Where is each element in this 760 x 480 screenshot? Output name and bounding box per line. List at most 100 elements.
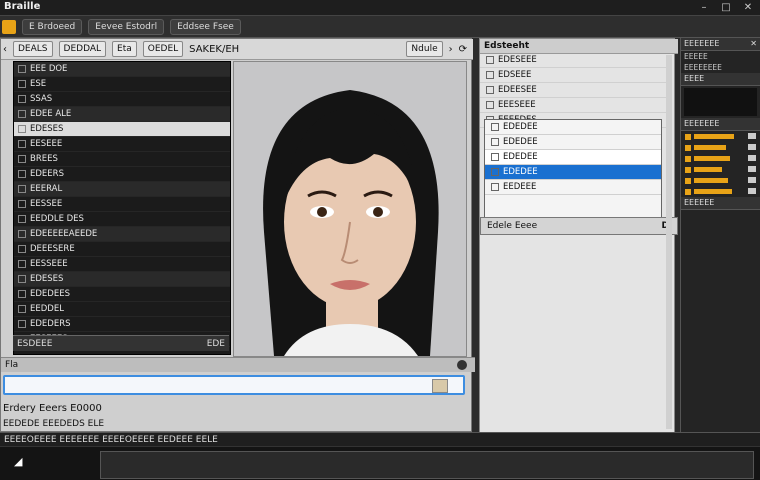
checkbox[interactable] [486, 71, 494, 79]
checkbox[interactable] [18, 95, 26, 103]
file-list-row-label: EESEEE [30, 139, 63, 149]
file-list-row[interactable]: BREES [14, 152, 230, 167]
layer-swatch [685, 133, 691, 140]
checkbox[interactable] [18, 230, 26, 238]
checkbox[interactable] [18, 305, 26, 313]
file-list-row[interactable]: EEE DOE [14, 62, 230, 77]
back-icon[interactable]: ‹ [3, 44, 7, 55]
status-bar: Fla [1, 357, 475, 372]
menu-item-3[interactable]: Eddsee Fsee [170, 18, 241, 35]
layers-header-2: EEEE [681, 73, 760, 86]
file-list-row[interactable]: EESSEE [14, 197, 230, 212]
file-list-row[interactable]: EDESES [14, 122, 230, 137]
checkbox[interactable] [18, 290, 26, 298]
dropdown-option-row[interactable]: EDEDEE [485, 150, 661, 165]
checkbox[interactable] [491, 138, 499, 146]
checkbox[interactable] [18, 110, 26, 118]
property-row[interactable]: EEESEEE [480, 98, 666, 113]
refresh-icon[interactable]: ⟳ [459, 44, 467, 55]
file-list-footer-tag[interactable]: EDE [207, 339, 225, 349]
checkbox[interactable] [18, 125, 26, 133]
toolbar-hint[interactable]: Ndule [406, 41, 443, 57]
window-title: Braille [4, 1, 41, 12]
file-list-row[interactable]: SSAS [14, 92, 230, 107]
file-list-row[interactable]: EDEDERS [14, 317, 230, 332]
toolbar-tab-2[interactable]: DEDDAL [58, 41, 107, 57]
menu-item-1[interactable]: E Brdoeed [22, 18, 83, 35]
file-list-row[interactable]: EDEE ALE [14, 107, 230, 122]
checkbox[interactable] [18, 260, 26, 268]
property-row[interactable]: EDEESEE [480, 83, 666, 98]
layer-visibility-icon[interactable] [748, 188, 756, 194]
checkbox[interactable] [18, 320, 26, 328]
file-list-row[interactable]: EEDDLE DES [14, 212, 230, 227]
checkbox[interactable] [18, 200, 26, 208]
layer-visibility-icon[interactable] [748, 166, 756, 172]
progress-bar[interactable] [3, 375, 465, 395]
checkbox[interactable] [491, 123, 499, 131]
menu-item-2[interactable]: Eevee Estodrl [88, 18, 165, 35]
dropdown-option-row[interactable]: EDEDEE [485, 135, 661, 150]
taskbar: ◢ [0, 446, 760, 480]
file-list-row[interactable]: EEERAL [14, 182, 230, 197]
toolbar-tab-4[interactable]: OEDEL [142, 41, 184, 57]
toolbar-tab-3[interactable]: Eta [112, 41, 137, 57]
file-list-row[interactable]: EEDDEL [14, 302, 230, 317]
forward-icon[interactable]: › [449, 44, 453, 55]
close-button[interactable]: ✕ [740, 0, 756, 14]
checkbox[interactable] [18, 275, 26, 283]
checkbox[interactable] [18, 185, 26, 193]
dropdown-option-row[interactable]: EDEDEE [485, 165, 661, 180]
dropdown-option-row[interactable]: EDEDEE [485, 120, 661, 135]
checkbox[interactable] [486, 101, 494, 109]
command-field[interactable] [100, 451, 754, 479]
layer-visibility-icon[interactable] [748, 155, 756, 161]
file-list-row[interactable]: EDESES [14, 272, 230, 287]
layer-row[interactable] [681, 175, 760, 186]
layer-visibility-icon[interactable] [748, 144, 756, 150]
file-list-row[interactable]: DEEESERE [14, 242, 230, 257]
checkbox[interactable] [486, 86, 494, 94]
layer-row[interactable] [681, 164, 760, 175]
app-icon[interactable] [2, 19, 16, 34]
start-icon[interactable]: ◢ [14, 455, 28, 469]
file-list-row[interactable]: EESEEE [14, 137, 230, 152]
toolbar-tab-1[interactable]: DEALS [13, 41, 53, 57]
checkbox[interactable] [486, 56, 494, 64]
file-list-row[interactable]: EDEDEES [14, 287, 230, 302]
property-row[interactable]: EDESEEE [480, 53, 666, 68]
checkbox[interactable] [491, 168, 499, 176]
checkbox[interactable] [18, 170, 26, 178]
layer-row[interactable] [681, 153, 760, 164]
checkbox[interactable] [18, 215, 26, 223]
file-list-row[interactable]: EESSEEE [14, 257, 230, 272]
checkbox[interactable] [491, 183, 499, 191]
checkbox[interactable] [18, 155, 26, 163]
property-row-label: EDEESEE [498, 85, 537, 95]
file-list-row[interactable]: EDEEEEEAEEDE [14, 227, 230, 242]
checkbox[interactable] [18, 140, 26, 148]
layer-level-bar [694, 189, 732, 194]
file-list-row[interactable]: EDEERS [14, 167, 230, 182]
layer-visibility-icon[interactable] [748, 177, 756, 183]
properties-footer[interactable]: Edele Eeee D [480, 217, 678, 235]
property-row[interactable]: EDSEEE [480, 68, 666, 83]
minimize-button[interactable]: – [696, 0, 712, 14]
layer-row[interactable] [681, 186, 760, 197]
layer-visibility-icon[interactable] [748, 133, 756, 139]
layer-level-bar [694, 156, 730, 161]
checkbox[interactable] [18, 80, 26, 88]
layer-row[interactable] [681, 131, 760, 142]
file-list-row-label: EDESES [30, 274, 64, 284]
panel-close-icon[interactable]: ✕ [750, 38, 757, 50]
layer-row[interactable] [681, 142, 760, 153]
checkbox[interactable] [491, 153, 499, 161]
dropdown-option-row[interactable]: EEDEEE [485, 180, 661, 195]
file-list-row[interactable]: ESE [14, 77, 230, 92]
status-indicator-icon[interactable] [457, 360, 467, 370]
checkbox[interactable] [18, 65, 26, 73]
progress-handle[interactable] [432, 379, 448, 393]
properties-scrollbar[interactable] [666, 55, 672, 429]
checkbox[interactable] [18, 245, 26, 253]
maximize-button[interactable]: □ [718, 0, 734, 14]
